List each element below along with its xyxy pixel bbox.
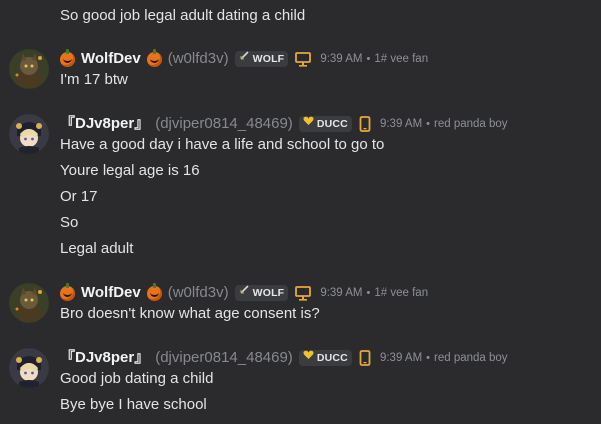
separator-dot: • — [426, 352, 431, 364]
message-line[interactable]: Or 17 — [60, 187, 98, 207]
mobile-icon — [359, 350, 371, 366]
guild-tag-label: DUCC — [316, 352, 348, 364]
sword-icon — [239, 49, 250, 69]
message-line[interactable]: Have a good day i have a life and school… — [60, 135, 384, 155]
user-handle[interactable]: (djviper0814_48469) — [155, 348, 293, 368]
separator-dot: • — [426, 118, 431, 130]
avatar[interactable] — [9, 49, 49, 89]
guild-tag[interactable]: WOLF — [234, 283, 289, 303]
guild-tag-label: WOLF — [252, 53, 285, 65]
user-handle[interactable]: (w0lfd3v) — [168, 283, 229, 303]
avatar[interactable] — [9, 114, 49, 154]
message-line[interactable]: Bro doesn't know what age consent is? — [60, 304, 320, 324]
pumpkin-icon — [146, 282, 162, 301]
desktop-icon — [295, 51, 312, 67]
message-header: WolfDev (w0lfd3v) WOLF 9:39 AM • 1# vee … — [60, 48, 429, 69]
username[interactable]: 『DJv8per』 — [60, 114, 149, 134]
guild-tag-label: WOLF — [252, 287, 285, 299]
avatar[interactable] — [9, 283, 49, 323]
message-line[interactable]: Legal adult — [60, 239, 133, 259]
message-line[interactable]: Bye bye I have school — [60, 395, 207, 415]
chat-log: So good job legal adult dating a child W… — [0, 0, 601, 424]
separator-dot: • — [366, 287, 371, 299]
custom-status: red panda boy — [434, 352, 508, 364]
user-handle[interactable]: (djviper0814_48469) — [155, 114, 293, 134]
message-line[interactable]: Good job dating a child — [60, 369, 213, 389]
username[interactable]: WolfDev — [81, 49, 141, 69]
guild-tag[interactable]: DUCC — [298, 348, 352, 368]
custom-status: 1# vee fan — [374, 53, 429, 65]
mobile-icon — [359, 116, 371, 132]
heart-icon — [303, 348, 314, 368]
heart-icon — [303, 114, 314, 134]
guild-tag-label: DUCC — [316, 118, 348, 130]
custom-status: red panda boy — [434, 118, 508, 130]
message-line[interactable]: So — [60, 213, 78, 233]
user-handle[interactable]: (w0lfd3v) — [168, 49, 229, 69]
message-header: 『DJv8per』 (djviper0814_48469) DUCC 9:39 … — [60, 348, 508, 368]
pumpkin-icon — [146, 48, 162, 67]
guild-tag[interactable]: WOLF — [234, 49, 289, 69]
sword-icon — [239, 283, 250, 303]
timestamp[interactable]: 9:39 AM — [380, 114, 422, 134]
message-header: 『DJv8per』 (djviper0814_48469) DUCC 9:39 … — [60, 114, 508, 134]
message-header: WolfDev (w0lfd3v) WOLF 9:39 AM • 1# vee … — [60, 282, 429, 303]
timestamp[interactable]: 9:39 AM — [320, 283, 362, 303]
username[interactable]: 『DJv8per』 — [60, 348, 149, 368]
separator-dot: • — [366, 53, 371, 65]
message-line[interactable]: Youre legal age is 16 — [60, 161, 200, 181]
pumpkin-icon — [60, 48, 75, 67]
message-line[interactable]: So good job legal adult dating a child — [60, 6, 305, 26]
username[interactable]: WolfDev — [81, 283, 141, 303]
avatar[interactable] — [9, 348, 49, 388]
custom-status: 1# vee fan — [374, 287, 429, 299]
desktop-icon — [295, 285, 312, 301]
timestamp[interactable]: 9:39 AM — [320, 49, 362, 69]
pumpkin-icon — [60, 282, 75, 301]
message-line[interactable]: I'm 17 btw — [60, 70, 128, 90]
timestamp[interactable]: 9:39 AM — [380, 348, 422, 368]
guild-tag[interactable]: DUCC — [298, 114, 352, 134]
